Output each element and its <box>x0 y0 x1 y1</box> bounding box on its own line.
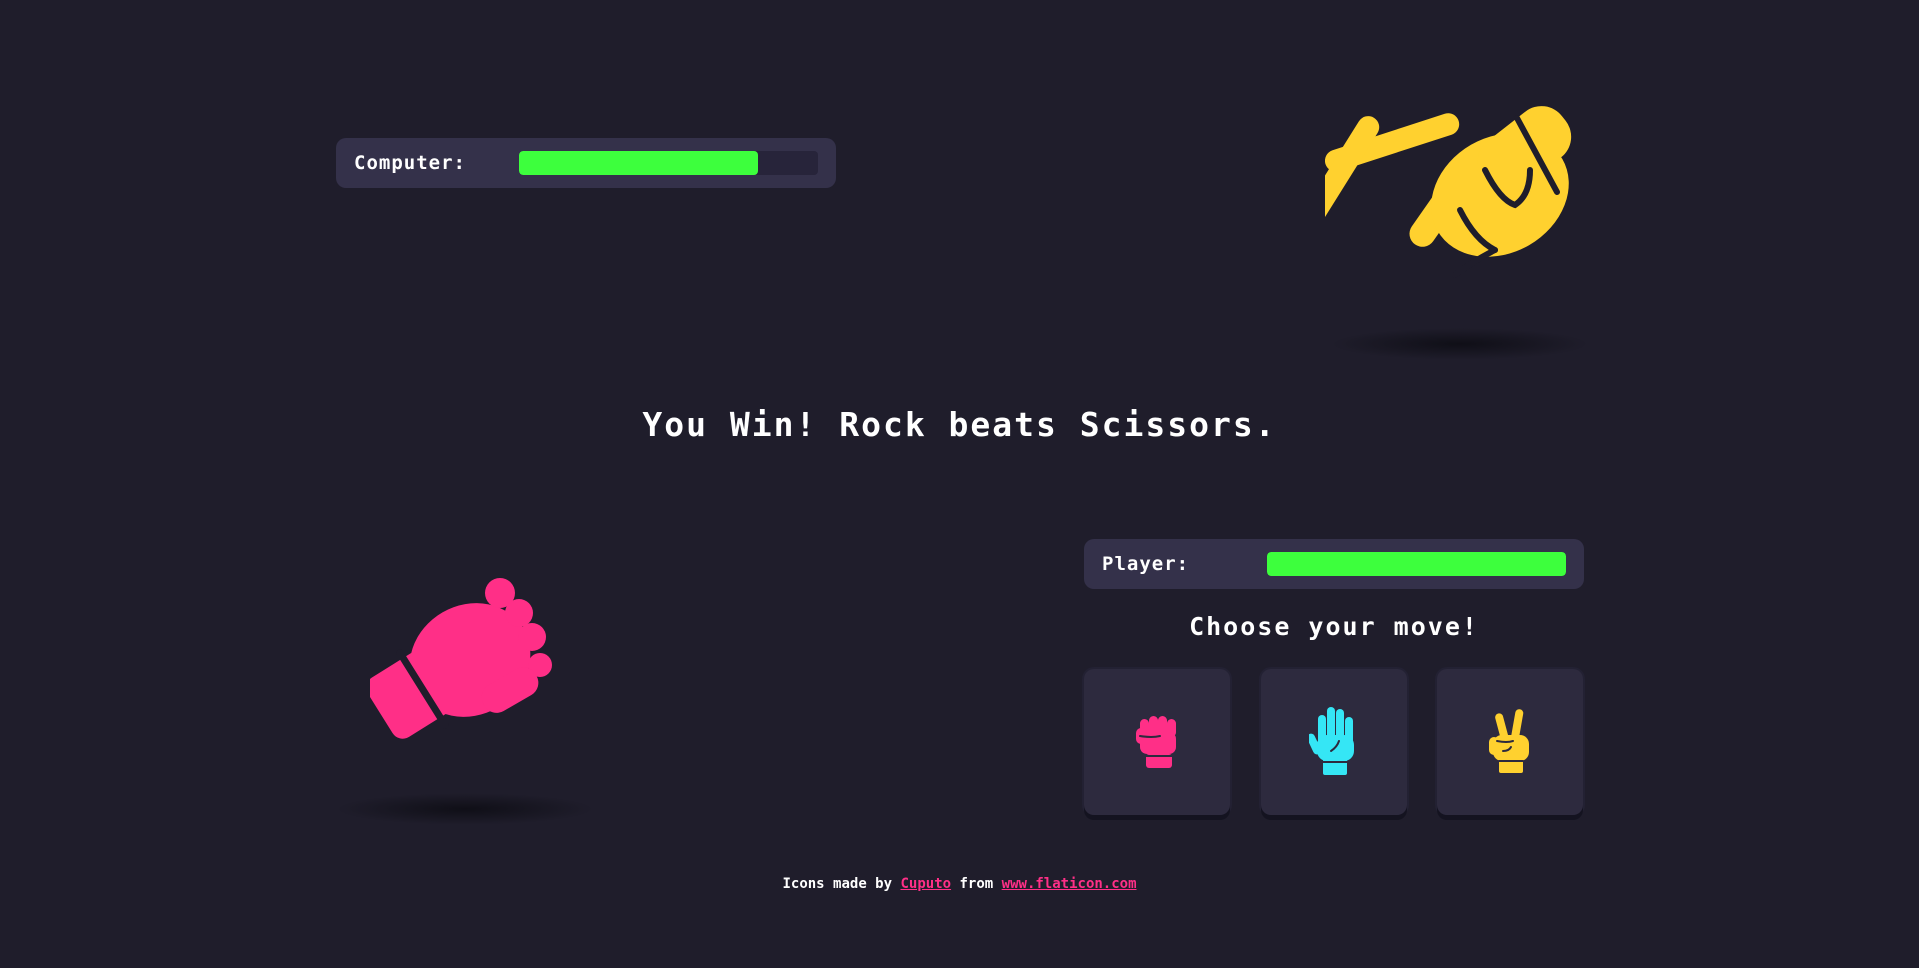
rock-button[interactable] <box>1084 669 1230 815</box>
attribution-footer: Icons made by Cuputo from www.flaticon.c… <box>0 876 1919 892</box>
computer-scissors-hand-icon <box>1325 106 1572 278</box>
flaticon-link[interactable]: www.flaticon.com <box>1002 876 1137 892</box>
computer-health-bar <box>519 151 818 175</box>
fist-icon <box>1136 716 1176 768</box>
move-buttons <box>1084 669 1584 815</box>
player-hand-shadow <box>335 793 595 825</box>
round-result-message: You Win! Rock beats Scissors. <box>642 405 1277 444</box>
open-hand-icon <box>1309 707 1354 775</box>
player-health-panel: Player: <box>1084 539 1584 589</box>
computer-hand-shadow <box>1330 328 1590 360</box>
footer-middle: from <box>959 876 994 892</box>
footer-prefix: Icons made by <box>782 876 893 892</box>
player-rock-fist-icon <box>370 578 552 739</box>
player-health-fill <box>1267 552 1566 576</box>
computer-health-panel: Computer: <box>336 138 836 188</box>
scissors-button[interactable] <box>1437 669 1583 815</box>
choose-move-prompt: Choose your move! <box>1189 612 1479 641</box>
peace-hand-icon <box>1489 709 1529 773</box>
player-label: Player: <box>1102 553 1190 575</box>
player-health-bar <box>1267 552 1566 576</box>
author-link[interactable]: Cuputo <box>900 876 951 892</box>
computer-label: Computer: <box>354 152 466 174</box>
paper-button[interactable] <box>1261 669 1407 815</box>
computer-health-fill <box>519 151 759 175</box>
